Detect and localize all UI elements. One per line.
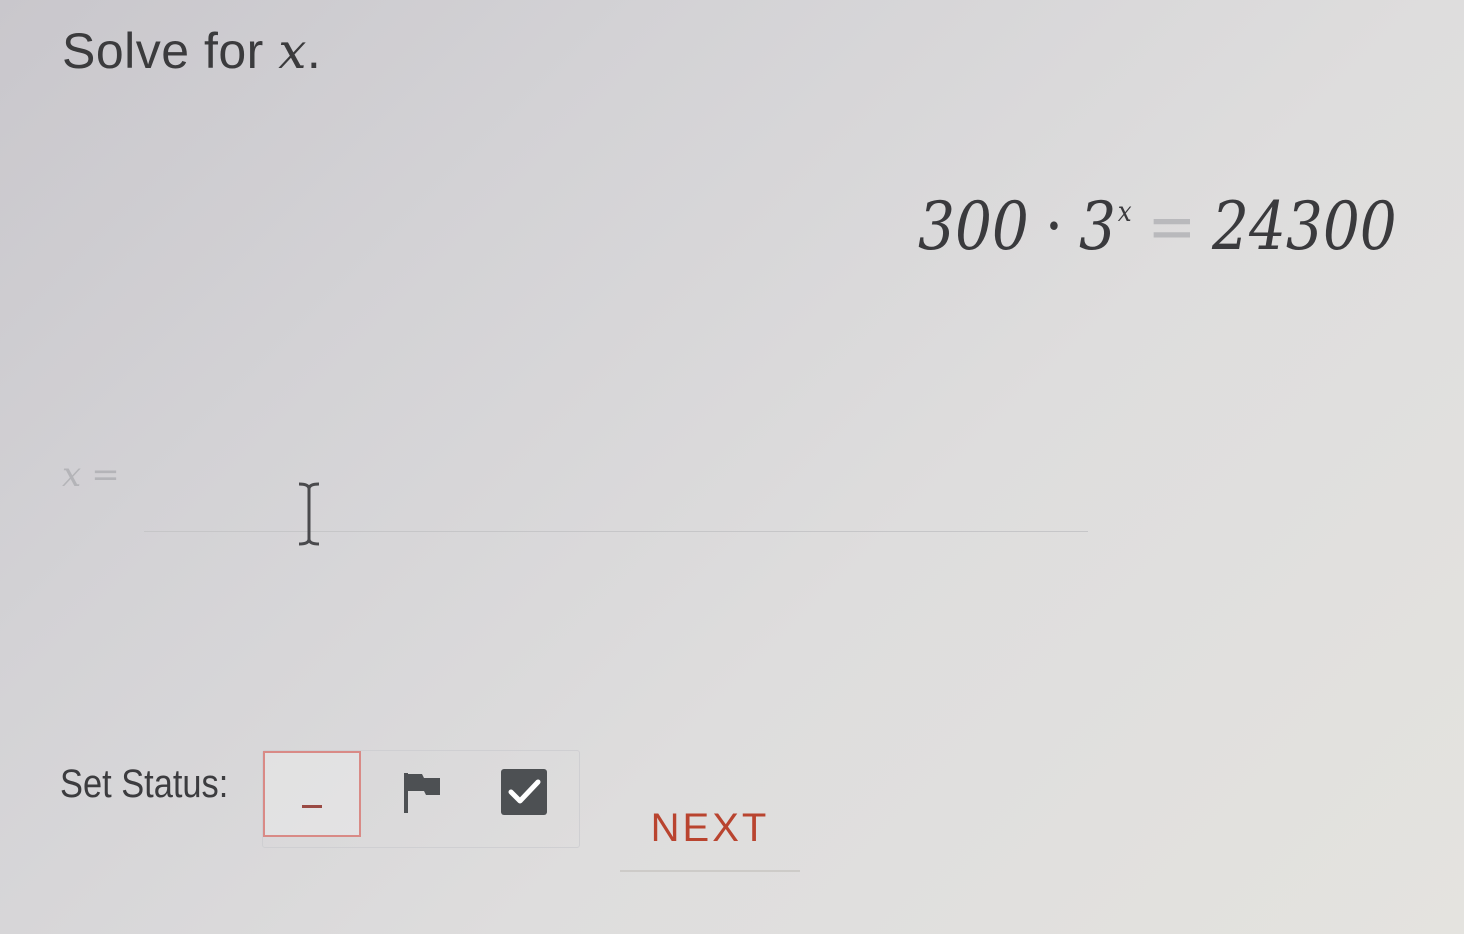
flag-icon xyxy=(404,773,440,813)
next-button[interactable]: NEXT xyxy=(620,786,800,872)
status-unanswered-button[interactable] xyxy=(263,751,361,837)
equation-equals: = xyxy=(1147,188,1197,265)
answer-variable: x xyxy=(62,455,82,495)
equation-operator: · xyxy=(1044,188,1064,265)
answer-input[interactable] xyxy=(144,467,1088,532)
text-cursor-icon xyxy=(298,482,320,546)
equation-exponent: x xyxy=(1117,195,1132,228)
dash-icon xyxy=(302,804,322,808)
equation-coefficient: 300 xyxy=(918,188,1029,265)
answer-label: x = xyxy=(62,455,120,495)
answer-equals: = xyxy=(91,455,120,495)
question-prompt: Solve for x. xyxy=(62,22,321,80)
prompt-suffix: . xyxy=(306,23,322,79)
equation-result: 24300 xyxy=(1211,188,1397,265)
status-flag-button[interactable] xyxy=(375,751,469,833)
status-button-group xyxy=(262,750,580,848)
answer-row: x = xyxy=(62,455,1102,565)
equation: 300 · 3x = 24300 xyxy=(918,188,1397,265)
status-row: Set Status: NEXT xyxy=(60,750,820,880)
checkbox-checked-icon xyxy=(501,769,547,815)
status-done-button[interactable] xyxy=(477,751,571,833)
prompt-variable: x xyxy=(278,22,307,80)
status-label: Set Status: xyxy=(60,762,229,806)
prompt-prefix: Solve for xyxy=(62,23,279,79)
equation-base: 3 xyxy=(1079,188,1116,265)
